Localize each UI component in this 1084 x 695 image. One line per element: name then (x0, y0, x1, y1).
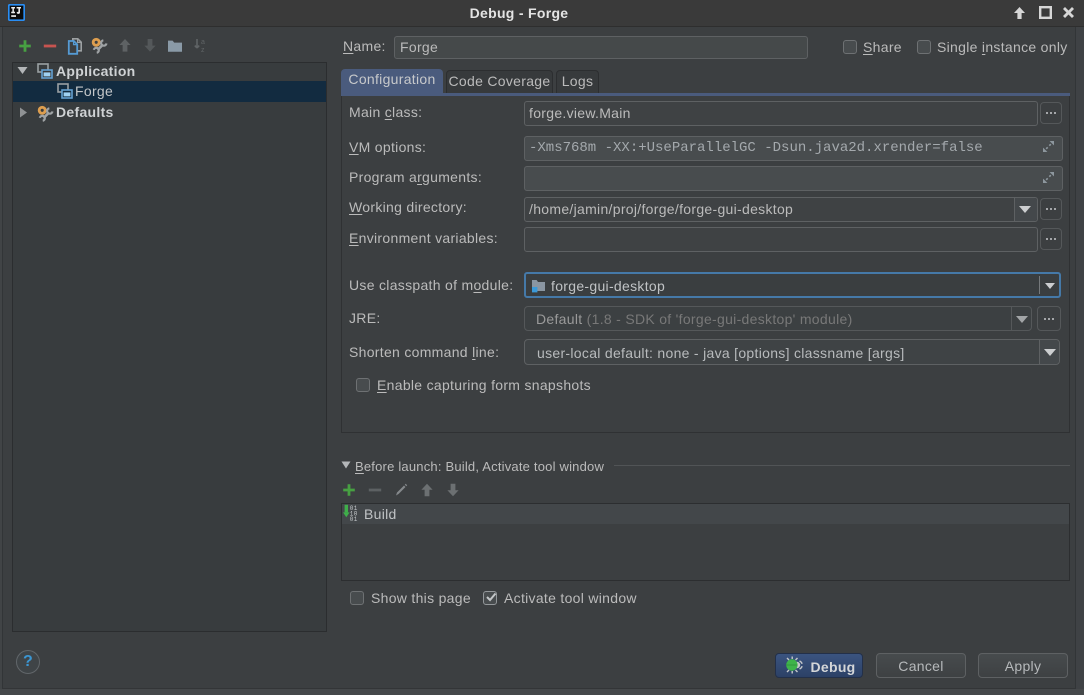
svg-text:01: 01 (350, 516, 358, 522)
svg-text:a: a (201, 39, 205, 46)
svg-text:z: z (201, 47, 205, 53)
